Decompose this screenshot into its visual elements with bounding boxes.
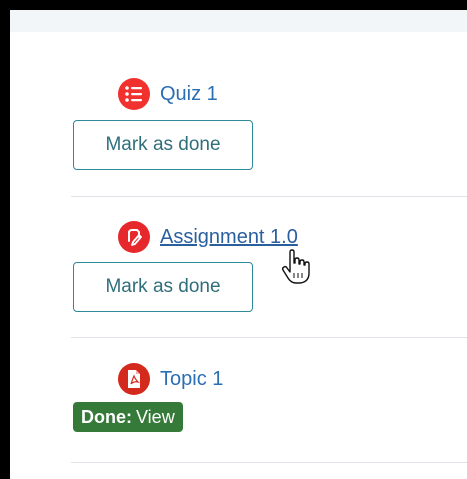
divider (71, 462, 467, 463)
assignment-link[interactable]: Assignment 1.0 (160, 226, 298, 249)
activity-header: Topic 1 (118, 363, 223, 395)
done-status-label: Done: (81, 406, 132, 427)
quiz-list-icon (118, 78, 150, 110)
activity-assignment: Assignment 1.0 Mark as done (71, 217, 467, 337)
activity-quiz: Quiz 1 Mark as done (71, 75, 467, 195)
quiz-link[interactable]: Quiz 1 (160, 83, 218, 106)
view-link[interactable]: View (136, 407, 175, 428)
activity-header: Quiz 1 (118, 78, 218, 110)
mark-as-done-button[interactable]: Mark as done (73, 262, 253, 312)
done-view-badge[interactable]: Done: View (73, 402, 183, 432)
divider (71, 337, 467, 338)
mark-as-done-button[interactable]: Mark as done (73, 120, 253, 170)
activity-header: Assignment 1.0 (118, 221, 298, 253)
topic-link[interactable]: Topic 1 (160, 368, 223, 391)
divider (71, 196, 467, 197)
pdf-file-icon (118, 363, 150, 395)
activity-topic: Topic 1 Done: View (71, 360, 467, 460)
assignment-pen-icon (118, 221, 150, 253)
section-header-band (10, 10, 467, 32)
